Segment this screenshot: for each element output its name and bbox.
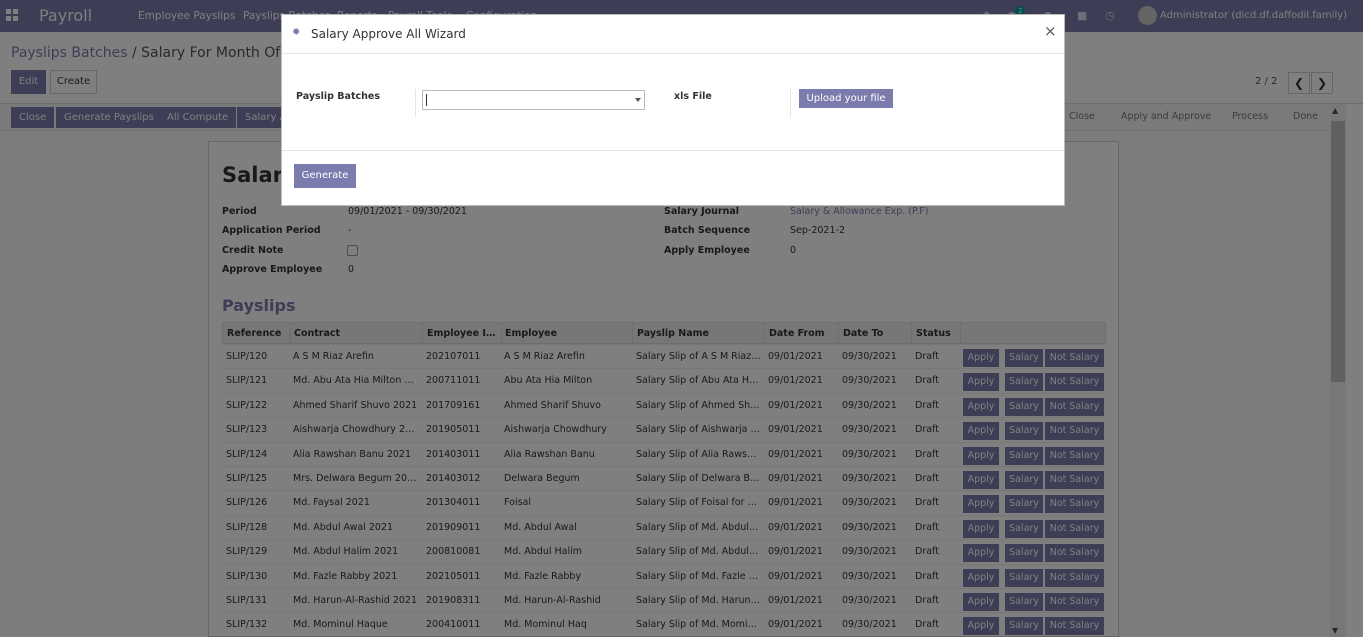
close-icon[interactable]: × xyxy=(1044,24,1057,39)
text-cursor xyxy=(426,94,427,106)
generate-button[interactable]: Generate xyxy=(294,164,356,188)
upload-file-button[interactable]: Upload your file xyxy=(799,89,893,108)
payslip-batches-label: Payslip Batches xyxy=(296,91,380,102)
modal-title: Salary Approve All Wizard xyxy=(311,27,466,41)
salary-approve-wizard-dialog: ✹ Salary Approve All Wizard × Payslip Ba… xyxy=(281,14,1065,206)
modal-header: ✹ Salary Approve All Wizard × xyxy=(282,15,1064,54)
odoo-logo-icon: ✹ xyxy=(292,27,301,38)
payslip-batches-select[interactable] xyxy=(422,90,645,110)
xls-file-label: xls File xyxy=(674,91,712,102)
chevron-down-icon[interactable] xyxy=(635,98,641,102)
